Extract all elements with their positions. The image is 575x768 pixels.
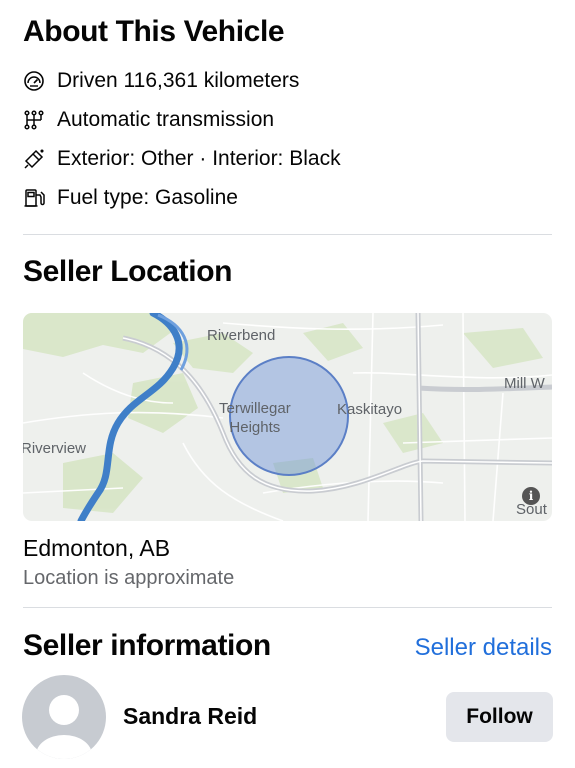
map-label-riverview: Riverview <box>23 440 87 457</box>
follow-button[interactable]: Follow <box>446 692 553 742</box>
speedometer-icon <box>23 70 45 92</box>
seller-city: Edmonton, AB <box>23 535 171 561</box>
feature-transmission: Automatic transmission <box>23 107 274 133</box>
feature-colors: Exterior: Other · Interior: Black <box>23 146 341 172</box>
feature-fuel: Fuel type: Gasoline <box>23 185 238 211</box>
section-divider <box>23 607 552 608</box>
feature-text: Driven 116,361 kilometers <box>57 69 300 92</box>
location-map[interactable]: Riverbend Terwillegar Heights Kaskitayo … <box>23 313 552 521</box>
feature-text: Fuel type: Gasoline <box>57 186 238 209</box>
transmission-icon <box>23 109 45 131</box>
about-vehicle-title: About This Vehicle <box>23 15 285 48</box>
default-avatar-icon <box>36 695 92 759</box>
seller-information-title: Seller information <box>23 629 271 662</box>
seller-location-title: Seller Location <box>23 255 233 288</box>
map-label-terwillegar: Terwillegar Heights <box>219 400 291 436</box>
fuel-pump-icon <box>23 187 45 209</box>
feature-text: Automatic transmission <box>57 108 275 131</box>
seller-details-link[interactable]: Seller details <box>415 634 552 662</box>
map-label-mill-woods: Mill W <box>504 375 545 392</box>
map-label-kaskitayo: Kaskitayo <box>337 401 403 418</box>
map-info-icon[interactable]: i <box>522 487 540 505</box>
location-approximate-note: Location is approximate <box>23 567 235 589</box>
feature-text: Exterior: Other · Interior: Black <box>57 147 341 170</box>
seller-name[interactable]: Sandra Reid <box>123 703 257 730</box>
avatar[interactable] <box>22 675 106 759</box>
section-divider <box>23 234 552 235</box>
map-label-riverbend: Riverbend <box>207 327 276 344</box>
paint-sprayer-icon <box>23 148 45 170</box>
feature-mileage: Driven 116,361 kilometers <box>23 68 299 94</box>
